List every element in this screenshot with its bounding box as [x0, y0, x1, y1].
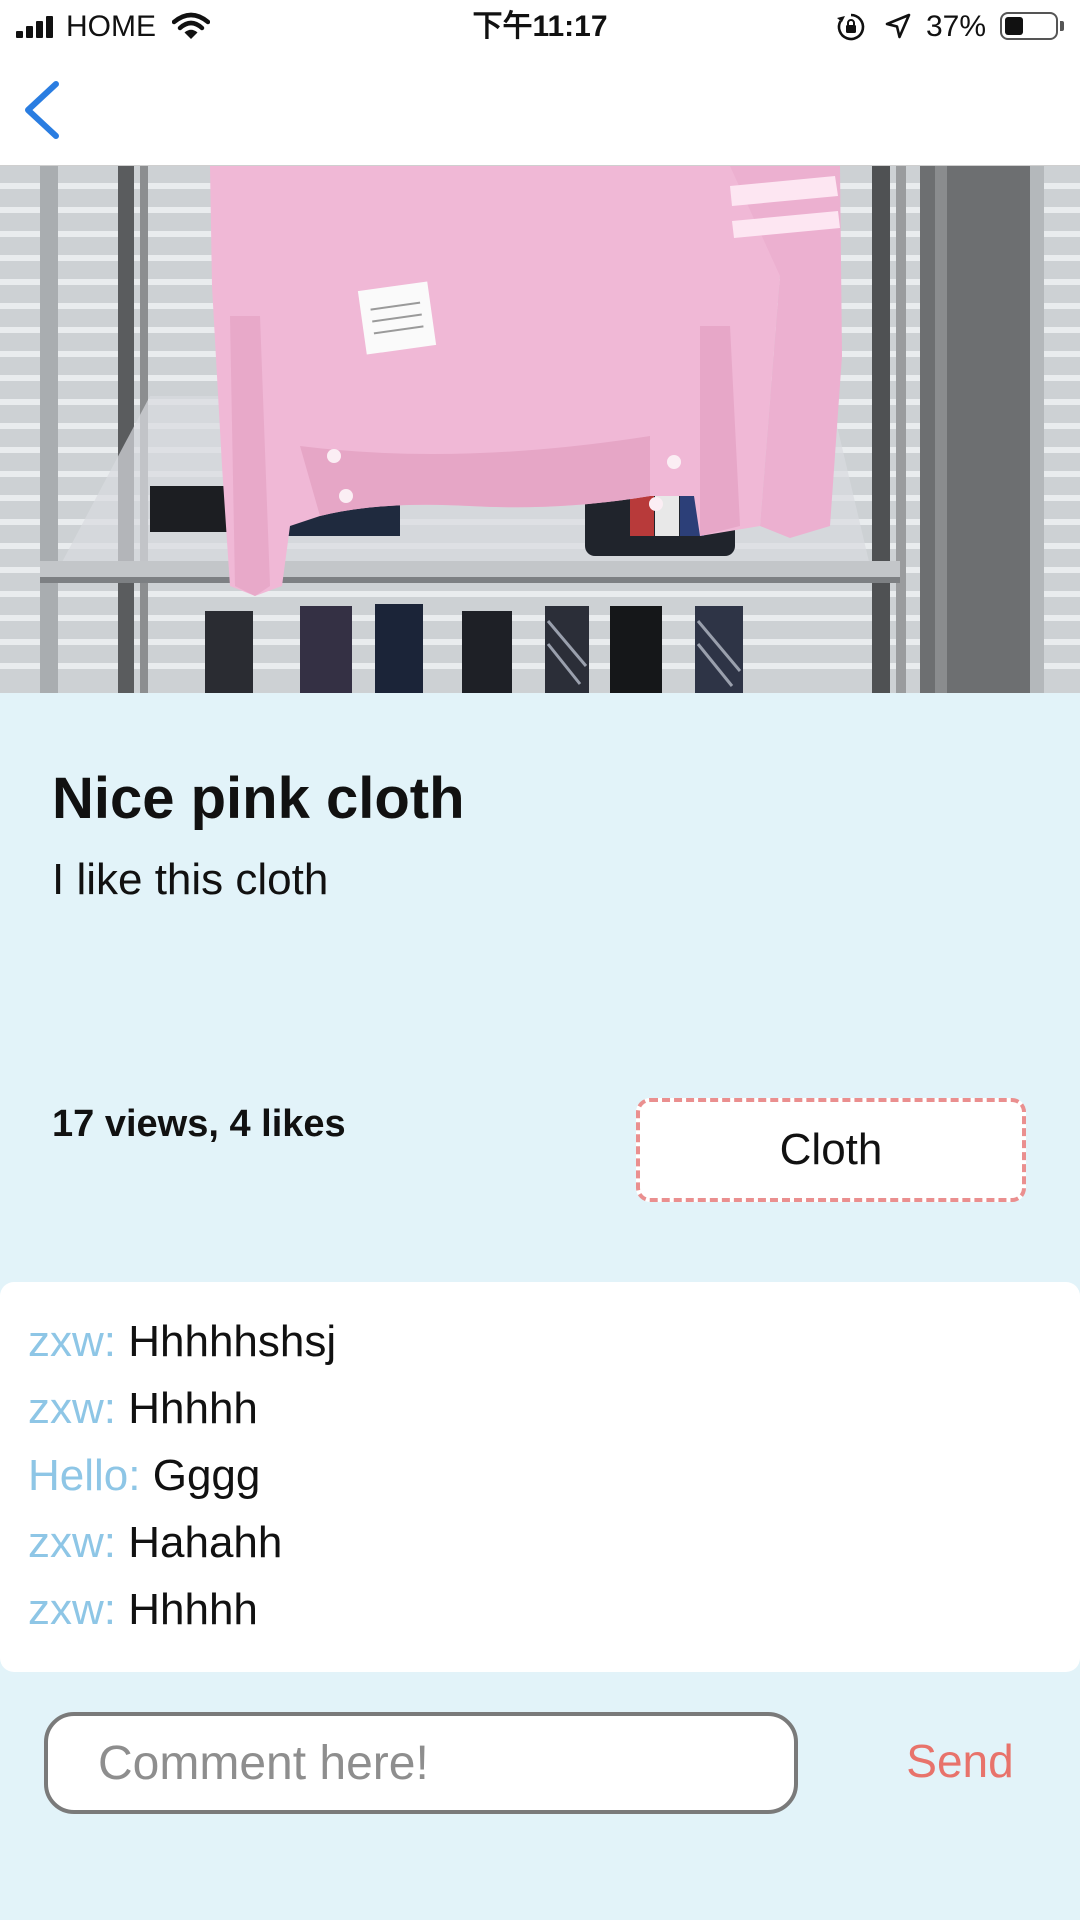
post-stats: 17 views, 4 likes	[52, 1103, 346, 1145]
comment-text: Hhhhh	[128, 1585, 258, 1634]
comment-item: zxw: Hhhhhshsj	[0, 1312, 1080, 1379]
rotation-lock-icon	[837, 13, 865, 41]
send-button[interactable]: Send	[880, 1728, 1040, 1794]
status-time: 下午11:17	[472, 10, 608, 43]
battery-icon	[1000, 12, 1058, 40]
comment-author[interactable]: zxw:	[28, 1585, 116, 1634]
battery-percent: 37%	[926, 10, 987, 43]
post-title: Nice pink cloth	[52, 766, 465, 831]
status-bar: HOME 下午11:17 37%	[0, 0, 1080, 54]
comment-list: zxw: Hhhhhshsj zxw: Hhhhh Hello: Gggg zx…	[0, 1282, 1080, 1672]
comment-author[interactable]: zxw:	[28, 1518, 116, 1567]
category-tag[interactable]: Cloth	[636, 1098, 1026, 1202]
comment-input[interactable]	[44, 1712, 798, 1814]
comment-text: Hahahh	[128, 1518, 283, 1567]
comment-item: Hello: Gggg	[0, 1446, 1080, 1513]
battery-tip	[1060, 21, 1064, 31]
post-description: I like this cloth	[52, 855, 329, 904]
pink-sweatshirt-image	[0, 166, 1080, 693]
post-photo	[0, 166, 1080, 693]
comment-item: zxw: Hhhhh	[0, 1379, 1080, 1446]
comment-item: zxw: Hahahh	[0, 1513, 1080, 1580]
location-arrow-icon	[885, 13, 911, 39]
comment-item: zxw: Hhhhh	[0, 1580, 1080, 1647]
comment-author[interactable]: zxw:	[28, 1317, 116, 1366]
chevron-left-icon[interactable]	[14, 78, 74, 142]
comment-author[interactable]: Hello:	[28, 1451, 141, 1500]
navigation-bar	[0, 54, 1080, 166]
battery-level-fill	[1005, 17, 1023, 35]
comment-text: Hhhhhshsj	[128, 1317, 337, 1366]
comment-text: Hhhhh	[128, 1384, 258, 1433]
comment-text: Gggg	[152, 1451, 261, 1500]
comment-author[interactable]: zxw:	[28, 1384, 116, 1433]
